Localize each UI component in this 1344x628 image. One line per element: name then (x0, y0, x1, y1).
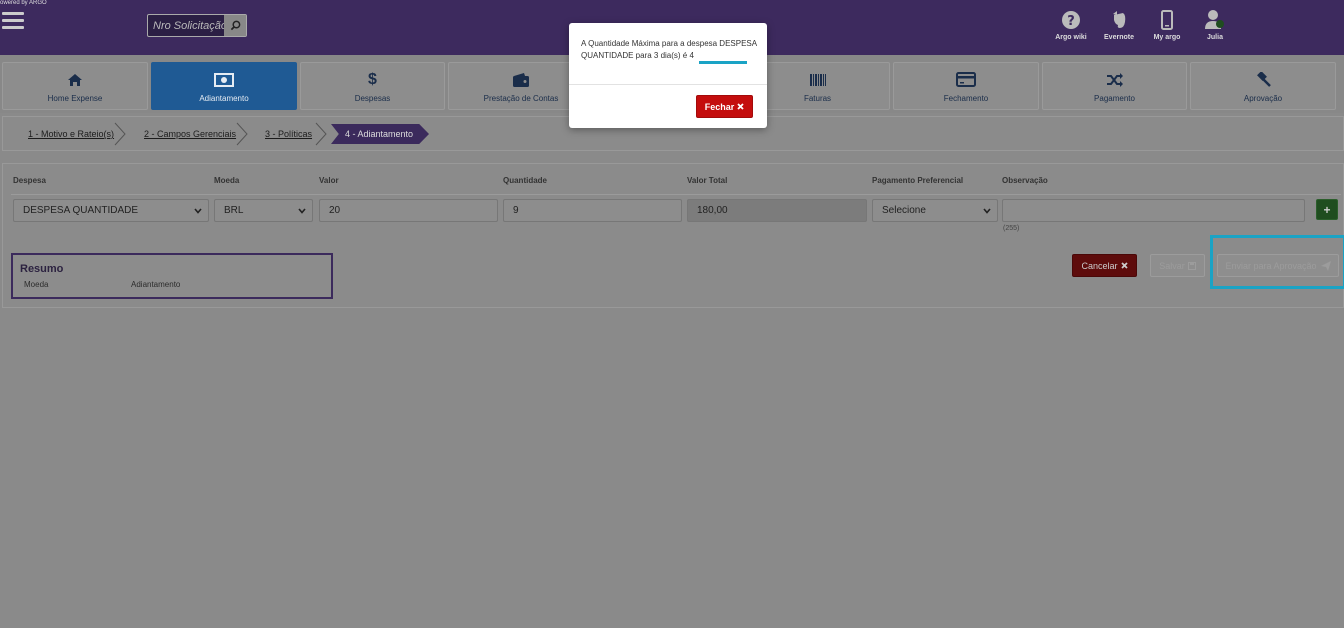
modal-divider (569, 84, 767, 85)
close-button-label: Fechar (704, 101, 735, 112)
module-label: Fechamento (943, 93, 989, 103)
save-button[interactable]: Salvar (1150, 254, 1205, 277)
evernote-link[interactable]: Evernote (1100, 8, 1138, 41)
search-box (147, 14, 247, 37)
observacao-label: Observação (1002, 176, 1048, 185)
valor-total-label: Valor Total (687, 176, 728, 185)
chevron-down-icon (194, 208, 202, 214)
module-pagamento[interactable]: Pagamento (1042, 62, 1187, 110)
argo-wiki-link[interactable]: ? Argo wiki (1052, 8, 1090, 41)
pagamento-preferencial-label: Pagamento Preferencial (872, 176, 964, 185)
module-label: Prestação de Contas (483, 93, 559, 103)
close-modal-button[interactable]: Fechar (696, 95, 753, 118)
user-icon (1205, 10, 1224, 29)
powered-by-label: owered by ARGO (0, 0, 47, 6)
step-campos-gerenciais[interactable]: 2 - Campos Gerenciais (144, 124, 236, 144)
save-button-label: Salvar (1159, 260, 1185, 271)
chevron-down-icon (983, 208, 991, 214)
resumo-title: Resumo (20, 263, 64, 275)
observacao-input[interactable] (1002, 199, 1305, 222)
pagamento-select-value: Selecione (882, 205, 926, 216)
form-divider (11, 194, 1341, 195)
random-icon (1106, 72, 1123, 87)
evernote-icon (1113, 11, 1126, 28)
module-home-expense[interactable]: Home Expense (2, 62, 148, 110)
chevron-right-icon (114, 122, 126, 146)
quantidade-label: Quantidade (503, 176, 548, 185)
home-icon (68, 73, 82, 86)
resumo-col-adiantamento: Adiantamento (131, 280, 181, 289)
menu-icon[interactable] (2, 12, 24, 32)
resumo-col-moeda: Moeda (24, 280, 49, 289)
highlight-annotation (1210, 235, 1344, 289)
floppy-disk-icon (1187, 261, 1196, 270)
valor-label: Valor (319, 176, 339, 185)
module-label: Adiantamento (199, 93, 249, 103)
add-expense-button[interactable]: + (1316, 199, 1338, 220)
evernote-label: Evernote (1104, 34, 1134, 41)
barcode-icon (809, 73, 826, 86)
question-circle-icon: ? (1062, 11, 1080, 29)
header-shortcuts: ? Argo wiki Evernote My argo Julia (1052, 8, 1234, 41)
user-profile-link[interactable]: Julia (1196, 8, 1234, 41)
step-adiantamento-active[interactable]: 4 - Adiantamento (331, 124, 429, 144)
chevron-right-icon (236, 122, 248, 146)
module-label: Aprovação (1243, 93, 1283, 103)
module-label: Pagamento (1094, 93, 1135, 103)
modal-message: A Quantidade Máxima para a despesa DESPE… (581, 39, 757, 60)
char-count: (255) (1003, 225, 1020, 232)
advance-form-panel: Despesa Moeda Valor Quantidade Valor Tot… (2, 163, 1344, 308)
module-label: Home Expense (47, 93, 103, 103)
module-adiantamento[interactable]: Adiantamento (151, 62, 297, 110)
moeda-select[interactable]: BRL (214, 199, 313, 222)
module-label: Faturas (803, 93, 832, 103)
moeda-select-value: BRL (224, 205, 244, 216)
pagamento-preferencial-select[interactable]: Selecione (872, 199, 998, 222)
dollar-icon: $ (368, 70, 377, 88)
cancel-button-label: Cancelar (1081, 260, 1118, 271)
module-despesas[interactable]: $ Despesas (300, 62, 445, 110)
module-fechamento[interactable]: Fechamento (893, 62, 1039, 110)
argo-wiki-label: Argo wiki (1055, 34, 1087, 41)
cancel-button[interactable]: Cancelar (1072, 254, 1137, 277)
step-motivo-e-rateio[interactable]: 1 - Motivo e Rateio(s) (28, 124, 114, 144)
alert-modal: A Quantidade Máxima para a despesa DESPE… (569, 23, 767, 128)
search-button[interactable] (224, 15, 246, 36)
close-icon (1120, 262, 1128, 269)
valor-input[interactable]: 20 (319, 199, 498, 222)
close-icon (737, 103, 744, 110)
chevron-down-icon (298, 208, 306, 214)
credit-card-icon (956, 72, 976, 87)
money-icon (214, 72, 234, 87)
search-input[interactable] (148, 15, 224, 36)
my-argo-label: My argo (1153, 34, 1181, 41)
gavel-icon (1257, 71, 1271, 87)
my-argo-link[interactable]: My argo (1148, 8, 1186, 41)
despesa-select-value: DESPESA QUANTIDADE (23, 205, 139, 216)
chevron-right-icon (315, 122, 327, 146)
svg-text:?: ? (1067, 14, 1075, 29)
user-name-label: Julia (1207, 34, 1223, 41)
moeda-label: Moeda (214, 176, 240, 185)
module-aprovacao[interactable]: Aprovação (1190, 62, 1336, 110)
despesa-label: Despesa (13, 176, 46, 185)
resumo-box: Resumo Moeda Adiantamento (11, 253, 333, 299)
step-politicas[interactable]: 3 - Políticas (265, 124, 312, 144)
mobile-icon (1161, 10, 1173, 30)
highlight-underline (699, 61, 747, 64)
quantidade-input[interactable]: 9 (503, 199, 682, 222)
wallet-icon (513, 72, 529, 87)
despesa-select[interactable]: DESPESA QUANTIDADE (13, 199, 209, 222)
search-icon (230, 20, 240, 31)
valor-total-input: 180,00 (687, 199, 867, 222)
module-label: Despesas (354, 93, 391, 103)
